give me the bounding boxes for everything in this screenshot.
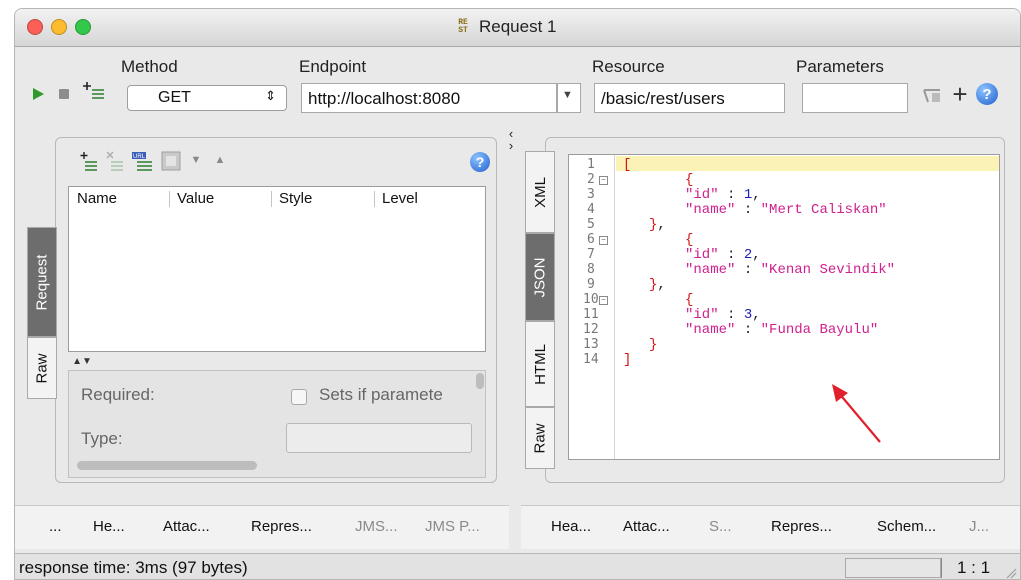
annotation-arrow-icon (832, 384, 881, 443)
